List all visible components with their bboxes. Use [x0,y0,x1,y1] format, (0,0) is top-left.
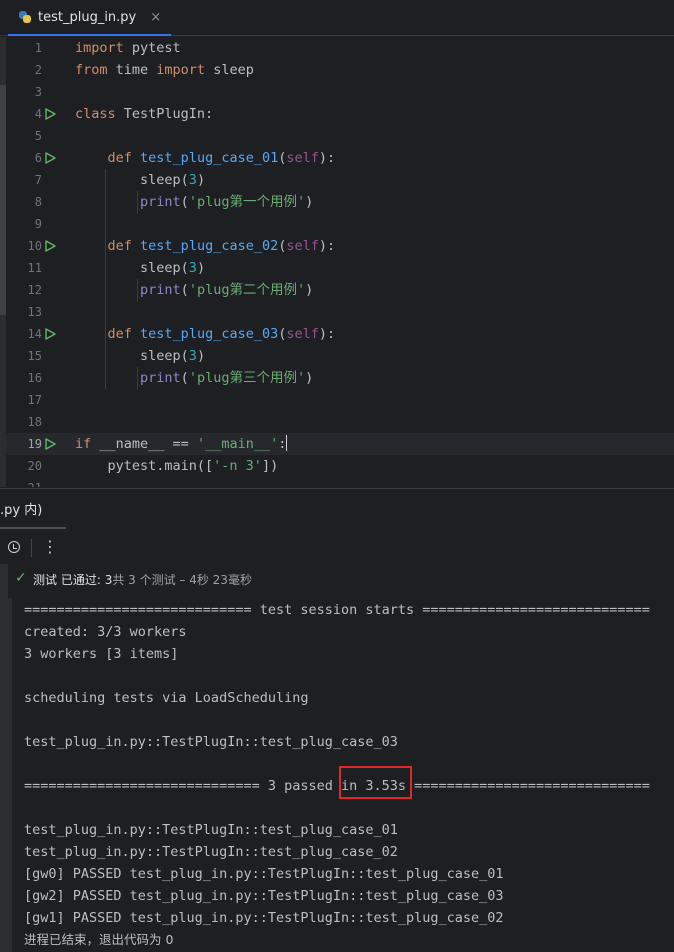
line-number: 21 [6,477,42,487]
run-gutter-icon[interactable] [44,108,56,120]
code-line[interactable]: 17 [6,389,674,411]
code-line[interactable]: 10 def test_plug_case_02(self): [6,235,674,257]
line-number: 9 [34,217,42,231]
code-line[interactable]: 7 sleep(3) [6,169,674,191]
code-line[interactable]: 19 if __name__ == '__main__': [6,433,674,455]
indent-guide [137,191,138,213]
code-line[interactable]: 12 print('plug第二个用例') [6,279,674,301]
code-text: print('plug第一个用例') [140,194,314,210]
line-number: 7 [34,173,42,187]
line-number: 19 [27,437,42,451]
line-number: 13 [27,305,42,319]
code-line[interactable]: 6 def test_plug_case_01(self): [6,147,674,169]
toolbar-separator [31,539,32,557]
line-number: 3 [34,85,42,99]
line-number: 10 [27,239,42,253]
test-status-text: 测试 已通过: 3共 3 个测试 – 4秒 23毫秒 [33,571,252,588]
status-detail: 共 3 个测试 – 4秒 23毫秒 [112,573,252,587]
code-text: def test_plug_case_03(self): [107,326,336,342]
code-line[interactable]: 18 [6,411,674,433]
code-line[interactable]: 11 sleep(3) [6,257,674,279]
line-number: 5 [34,129,42,143]
code-line[interactable]: 21 [6,477,674,487]
code-line[interactable]: 4 class TestPlugIn: [6,103,674,125]
console-line: ============================= 3 passed i… [24,778,650,794]
clock-icon[interactable] [8,541,20,553]
editor-tab[interactable]: test_plug_in.py × [8,0,172,36]
run-panel-header: .py 内) [0,488,674,530]
code-text: class TestPlugIn: [75,106,214,122]
console-line: 进程已结束，退出代码为 0 [24,932,174,947]
code-line[interactable]: 3 [6,81,674,103]
status-label: 测试 已通过: [33,573,101,587]
check-icon: ✓ [15,570,27,586]
line-number: 20 [27,459,42,473]
line-number: 1 [34,41,42,55]
run-gutter-icon[interactable] [44,240,56,252]
editor-tab-bar: test_plug_in.py × [0,0,674,36]
line-number: 8 [34,195,42,209]
console-line: test_plug_in.py::TestPlugIn::test_plug_c… [24,822,398,838]
test-status-bar: ✓ 测试 已通过: 3共 3 个测试 – 4秒 23毫秒 [0,564,674,598]
run-gutter-icon[interactable] [44,438,56,450]
line-number: 2 [34,63,42,77]
code-text: print('plug第二个用例') [140,282,314,298]
run-gutter-icon[interactable] [44,328,56,340]
code-text: sleep(3) [75,348,206,364]
line-number: 16 [27,371,42,385]
code-line[interactable]: 2 from time import sleep [6,59,674,81]
close-icon[interactable]: × [150,10,161,25]
console-line: created: 3/3 workers [24,624,187,640]
code-text: def test_plug_case_01(self): [107,150,336,166]
code-line[interactable]: 15 sleep(3) [6,345,674,367]
code-text: def test_plug_case_02(self): [107,238,336,254]
line-number: 11 [27,261,42,275]
console-line: test_plug_in.py::TestPlugIn::test_plug_c… [24,734,398,750]
code-text: print('plug第三个用例') [140,370,314,386]
run-toolbar: ⋮ [0,531,674,563]
code-line[interactable]: 14 def test_plug_case_03(self): [6,323,674,345]
console-line: 3 workers [3 items] [24,646,179,662]
run-tab-underline [0,527,66,529]
code-editor[interactable]: 1 import pytest 2 from time import sleep 3 4 c… [0,37,674,487]
code-text: import pytest [75,40,181,56]
console-output[interactable]: ============================ test sessio… [0,598,674,952]
code-line[interactable]: 9 [6,213,674,235]
line-number: 15 [27,349,42,363]
indent-guide [105,169,106,389]
console-line: scheduling tests via LoadScheduling [24,690,309,706]
code-text: pytest.main(['-n 3']) [75,458,279,474]
editor-tab-label: test_plug_in.py [38,9,137,25]
console-line: [gw1] PASSED test_plug_in.py::TestPlugIn… [24,910,504,926]
console-line: ============================ test sessio… [24,602,650,618]
code-line[interactable]: 5 [6,125,674,147]
console-line: test_plug_in.py::TestPlugIn::test_plug_c… [24,844,398,860]
code-line[interactable]: 1 import pytest [6,37,674,59]
code-text: sleep(3) [75,172,206,188]
more-options-icon[interactable]: ⋮ [42,537,58,557]
code-line[interactable]: 20 pytest.main(['-n 3']) [6,455,674,477]
line-number: 17 [27,393,42,407]
text-caret [286,435,288,451]
code-line[interactable]: 13 [6,301,674,323]
indent-guide [137,279,138,301]
console-line: [gw2] PASSED test_plug_in.py::TestPlugIn… [24,888,504,904]
run-gutter-icon[interactable] [44,152,56,164]
line-number: 14 [27,327,42,341]
indent-guide [137,367,138,389]
code-text: sleep(3) [75,260,206,276]
line-number: 12 [27,283,42,297]
line-number: 18 [27,415,42,429]
console-line: [gw0] PASSED test_plug_in.py::TestPlugIn… [24,866,504,882]
python-file-icon [18,10,32,24]
code-text: if __name__ == '__main__': [75,435,288,452]
run-tab-label[interactable]: .py 内) [0,499,42,518]
highlight-box [339,766,412,799]
line-number: 6 [34,151,42,165]
code-line[interactable]: 8 print('plug第一个用例') [6,191,674,213]
code-line[interactable]: 16 print('plug第三个用例') [6,367,674,389]
code-text: from time import sleep [75,62,254,78]
line-number: 4 [34,107,42,121]
